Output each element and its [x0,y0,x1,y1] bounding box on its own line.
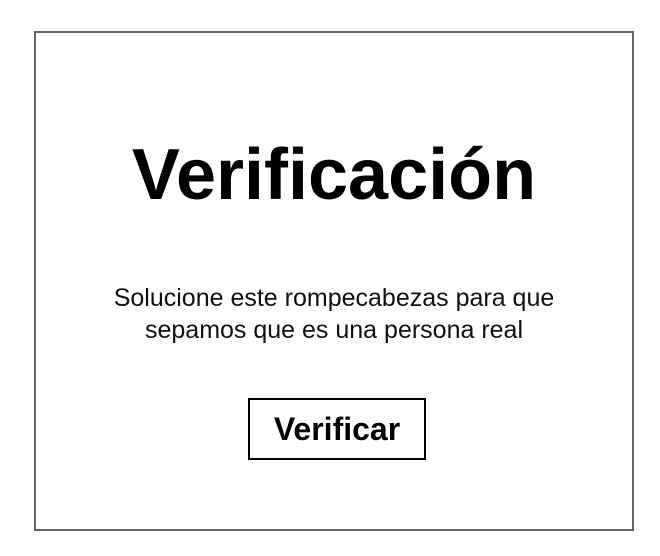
verify-button[interactable]: Verificar [248,398,426,460]
instructions-text: Solucione este rompecabezas para que sep… [113,284,555,344]
page-title: Verificación [131,135,537,215]
verification-card: Verificación Solucione este rompecabezas… [34,31,634,531]
